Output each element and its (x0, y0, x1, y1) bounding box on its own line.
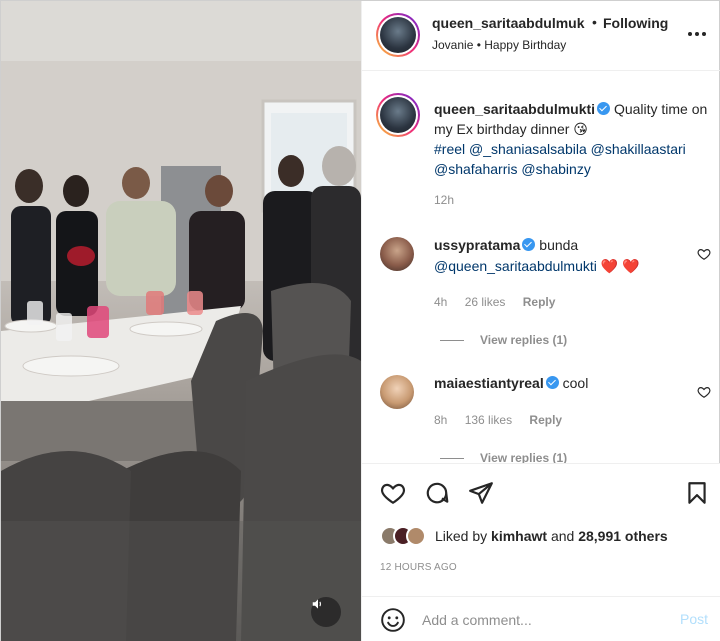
heart-icon[interactable] (697, 385, 711, 399)
following-button[interactable]: Following (603, 15, 668, 31)
liked-by-user[interactable]: kimhawt (491, 528, 547, 544)
verified-badge-icon (522, 238, 536, 251)
more-options-icon (688, 32, 706, 36)
comment-username[interactable]: maiaestiantyreal (434, 375, 544, 391)
comment-text: maiaestiantyreal cool (434, 373, 684, 394)
comment-meta: 4h 26 likes Reply (434, 295, 569, 309)
reply-button[interactable]: Reply (529, 413, 562, 427)
caption-tags[interactable]: #reel @_shaniasalsabila @shakillaastari … (434, 141, 686, 177)
reply-button[interactable]: Reply (523, 295, 556, 309)
view-replies-label: View replies (1) (480, 333, 568, 347)
caption-emoji: 😘 (573, 121, 588, 137)
comment-input[interactable] (422, 607, 662, 633)
emoji-icon[interactable] (380, 607, 406, 633)
comment-username[interactable]: ussypratama (434, 237, 520, 253)
avatar[interactable] (406, 526, 426, 546)
comment-time: 8h (434, 413, 448, 427)
speaker-icon (312, 599, 321, 609)
share-icon[interactable] (468, 480, 494, 506)
verified-badge-icon (545, 376, 559, 389)
action-bar: Liked by kimhawt and 28,991 others 12 HO… (362, 463, 720, 603)
liked-by-row: Liked by kimhawt and 28,991 others (380, 526, 668, 546)
reel-video[interactable] (1, 1, 361, 641)
likes-count[interactable]: 28,991 others (578, 528, 668, 544)
mute-button[interactable] (311, 597, 341, 627)
comment-likes[interactable]: 26 likes (465, 295, 506, 309)
avatar[interactable] (380, 237, 414, 271)
video-frame-illustration (1, 1, 361, 641)
bookmark-icon[interactable] (684, 480, 710, 506)
audio-link[interactable]: Happy Birthday (484, 38, 566, 52)
header-subtitle: Jovanie • Happy Birthday (432, 38, 566, 52)
comment-composer: Post (362, 596, 720, 641)
separator-dot: • (592, 14, 597, 30)
liked-by-text: Liked by kimhawt and 28,991 others (435, 528, 668, 544)
avatar[interactable] (376, 93, 420, 137)
caption-time: 12h (434, 193, 455, 207)
post-button[interactable]: Post (680, 611, 708, 627)
heart-icon[interactable] (697, 247, 711, 261)
heart-icon[interactable] (380, 480, 406, 506)
view-replies-button[interactable]: View replies (1) (440, 333, 567, 347)
caption-username[interactable]: queen_saritaabdulmukti (434, 101, 595, 117)
caption-text: queen_saritaabdulmukti Quality time on m… (434, 99, 710, 179)
separator-dot: • (476, 38, 481, 52)
header-username[interactable]: queen_saritaabdulmuk (432, 15, 592, 31)
post-side-panel: queen_saritaabdulmuk • Following Jovanie… (361, 1, 720, 641)
comment-icon[interactable] (424, 480, 450, 506)
more-options-button[interactable] (686, 23, 708, 45)
comment-body: bunda (539, 237, 579, 253)
comment-meta: 8h 136 likes Reply (434, 413, 576, 427)
comment-body: cool (562, 375, 589, 391)
location-link[interactable]: Jovanie (432, 38, 473, 52)
comment-time: 4h (434, 295, 448, 309)
liked-by-label: Liked by (435, 528, 488, 544)
comment-text: ussypratama bunda @queen_saritaabdulmukt… (434, 235, 684, 277)
avatar[interactable] (380, 375, 414, 409)
comment-likes[interactable]: 136 likes (465, 413, 512, 427)
avatar[interactable] (376, 13, 420, 57)
liked-by-and: and (550, 528, 575, 544)
verified-badge-icon (597, 102, 611, 115)
heart-emoji: ❤️ ❤️ (600, 258, 640, 274)
comment-mention[interactable]: @queen_saritaabdulmukti (434, 258, 597, 274)
post-timestamp[interactable]: 12 HOURS AGO (380, 562, 457, 573)
post-dialog: queen_saritaabdulmuk • Following Jovanie… (0, 0, 720, 641)
post-header: queen_saritaabdulmuk • Following Jovanie… (362, 1, 720, 71)
